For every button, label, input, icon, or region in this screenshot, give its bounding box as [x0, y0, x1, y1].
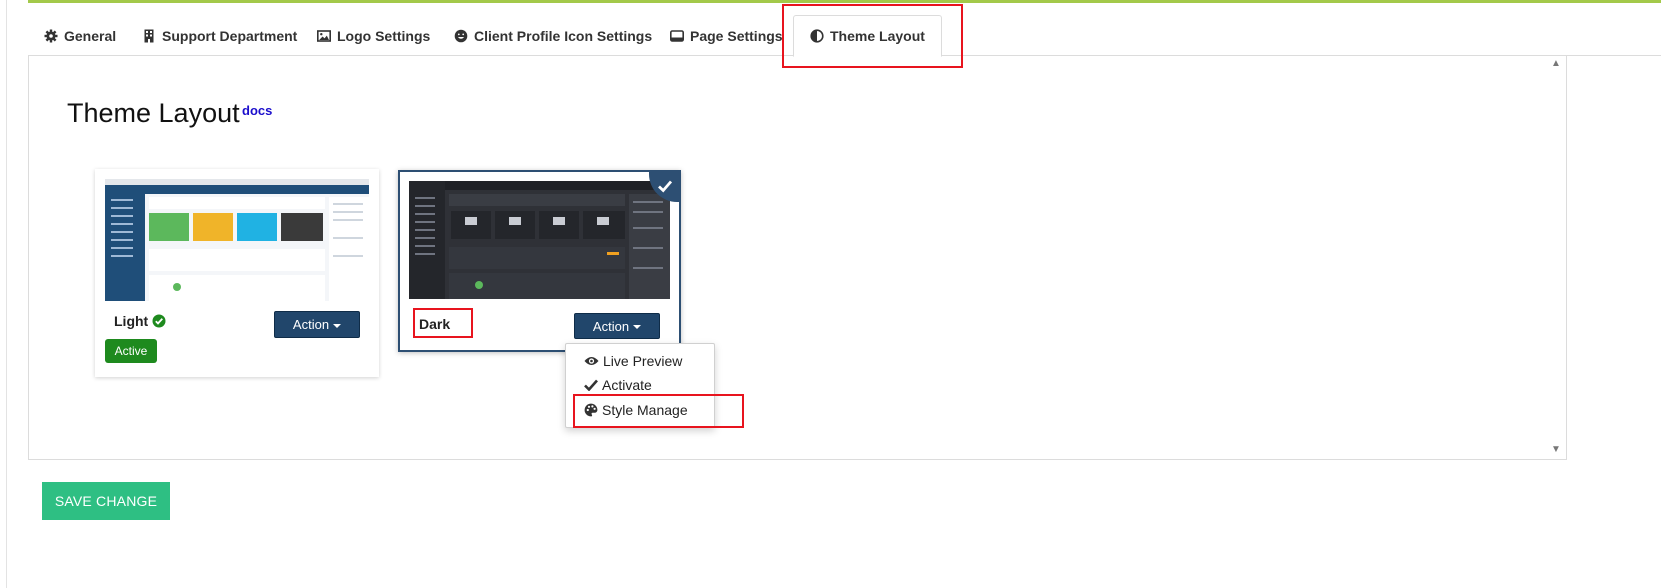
menu-item-activate-label: Activate — [602, 377, 652, 393]
tab-support-department[interactable]: Support Department — [126, 15, 313, 56]
light-action-label: Action — [292, 317, 330, 332]
theme-name-dark-label: Dark — [419, 316, 451, 332]
theme-name-light-label: Light — [114, 313, 149, 329]
tab-general[interactable]: General — [28, 15, 132, 56]
dark-action-button[interactable]: Action — [574, 313, 660, 339]
contrast-icon — [810, 29, 824, 43]
check-icon — [584, 379, 598, 391]
docs-link[interactable]: docs — [242, 103, 272, 118]
image-icon — [317, 29, 331, 43]
tab-theme-layout-label: Theme Layout — [830, 28, 925, 44]
gear-icon — [44, 29, 58, 43]
tab-page-settings-label: Page Settings — [690, 27, 783, 44]
menu-item-live-preview[interactable]: Live Preview — [584, 353, 682, 369]
menu-item-style-manage-label: Style Manage — [602, 402, 688, 418]
theme-name-dark: Dark — [419, 316, 450, 332]
caret-down-icon — [333, 323, 342, 328]
action-dropdown-menu: Live Preview Activate Style Manage — [565, 343, 715, 428]
tab-logo-settings-label: Logo Settings — [337, 27, 431, 44]
theme-card-dark: Dark Action — [398, 170, 681, 352]
save-change-button[interactable]: SAVE CHANGE — [42, 482, 170, 520]
dark-action-label: Action — [592, 318, 630, 334]
window-icon — [670, 29, 684, 43]
top-accent-bar — [28, 0, 1661, 3]
menu-item-style-manage[interactable]: Style Manage — [584, 402, 688, 418]
tab-theme-layout[interactable]: Theme Layout — [793, 15, 942, 57]
tab-page-settings[interactable]: Page Settings — [654, 15, 799, 56]
scroll-down-arrow[interactable]: ▼ — [1551, 444, 1561, 455]
dark-theme-thumbnail — [409, 181, 670, 299]
eye-icon — [584, 355, 599, 367]
page-left-rule — [6, 0, 7, 588]
tab-logo-settings[interactable]: Logo Settings — [301, 15, 446, 56]
scroll-up-arrow[interactable]: ▲ — [1551, 58, 1561, 69]
theme-name-light: Light — [114, 313, 166, 329]
page-title: Theme Layout — [67, 98, 240, 128]
light-action-button[interactable]: Action — [274, 311, 360, 338]
active-status-badge: Active — [105, 339, 157, 363]
menu-item-activate[interactable]: Activate — [584, 377, 652, 393]
palette-icon — [584, 403, 598, 417]
smile-icon — [454, 29, 468, 43]
check-circle-icon — [152, 314, 166, 328]
menu-item-live-preview-label: Live Preview — [603, 353, 683, 369]
tab-client-profile-icon-settings[interactable]: Client Profile Icon Settings — [438, 15, 668, 56]
building-icon — [142, 29, 156, 43]
light-theme-thumbnail — [105, 179, 369, 301]
tab-client-profile-icon-settings-label: Client Profile Icon Settings — [474, 27, 653, 44]
caret-down-icon — [633, 325, 642, 329]
settings-tabs: General Support Department Logo Settings… — [28, 15, 1661, 57]
tab-support-department-label: Support Department — [162, 27, 298, 44]
tab-general-label: General — [64, 27, 117, 44]
